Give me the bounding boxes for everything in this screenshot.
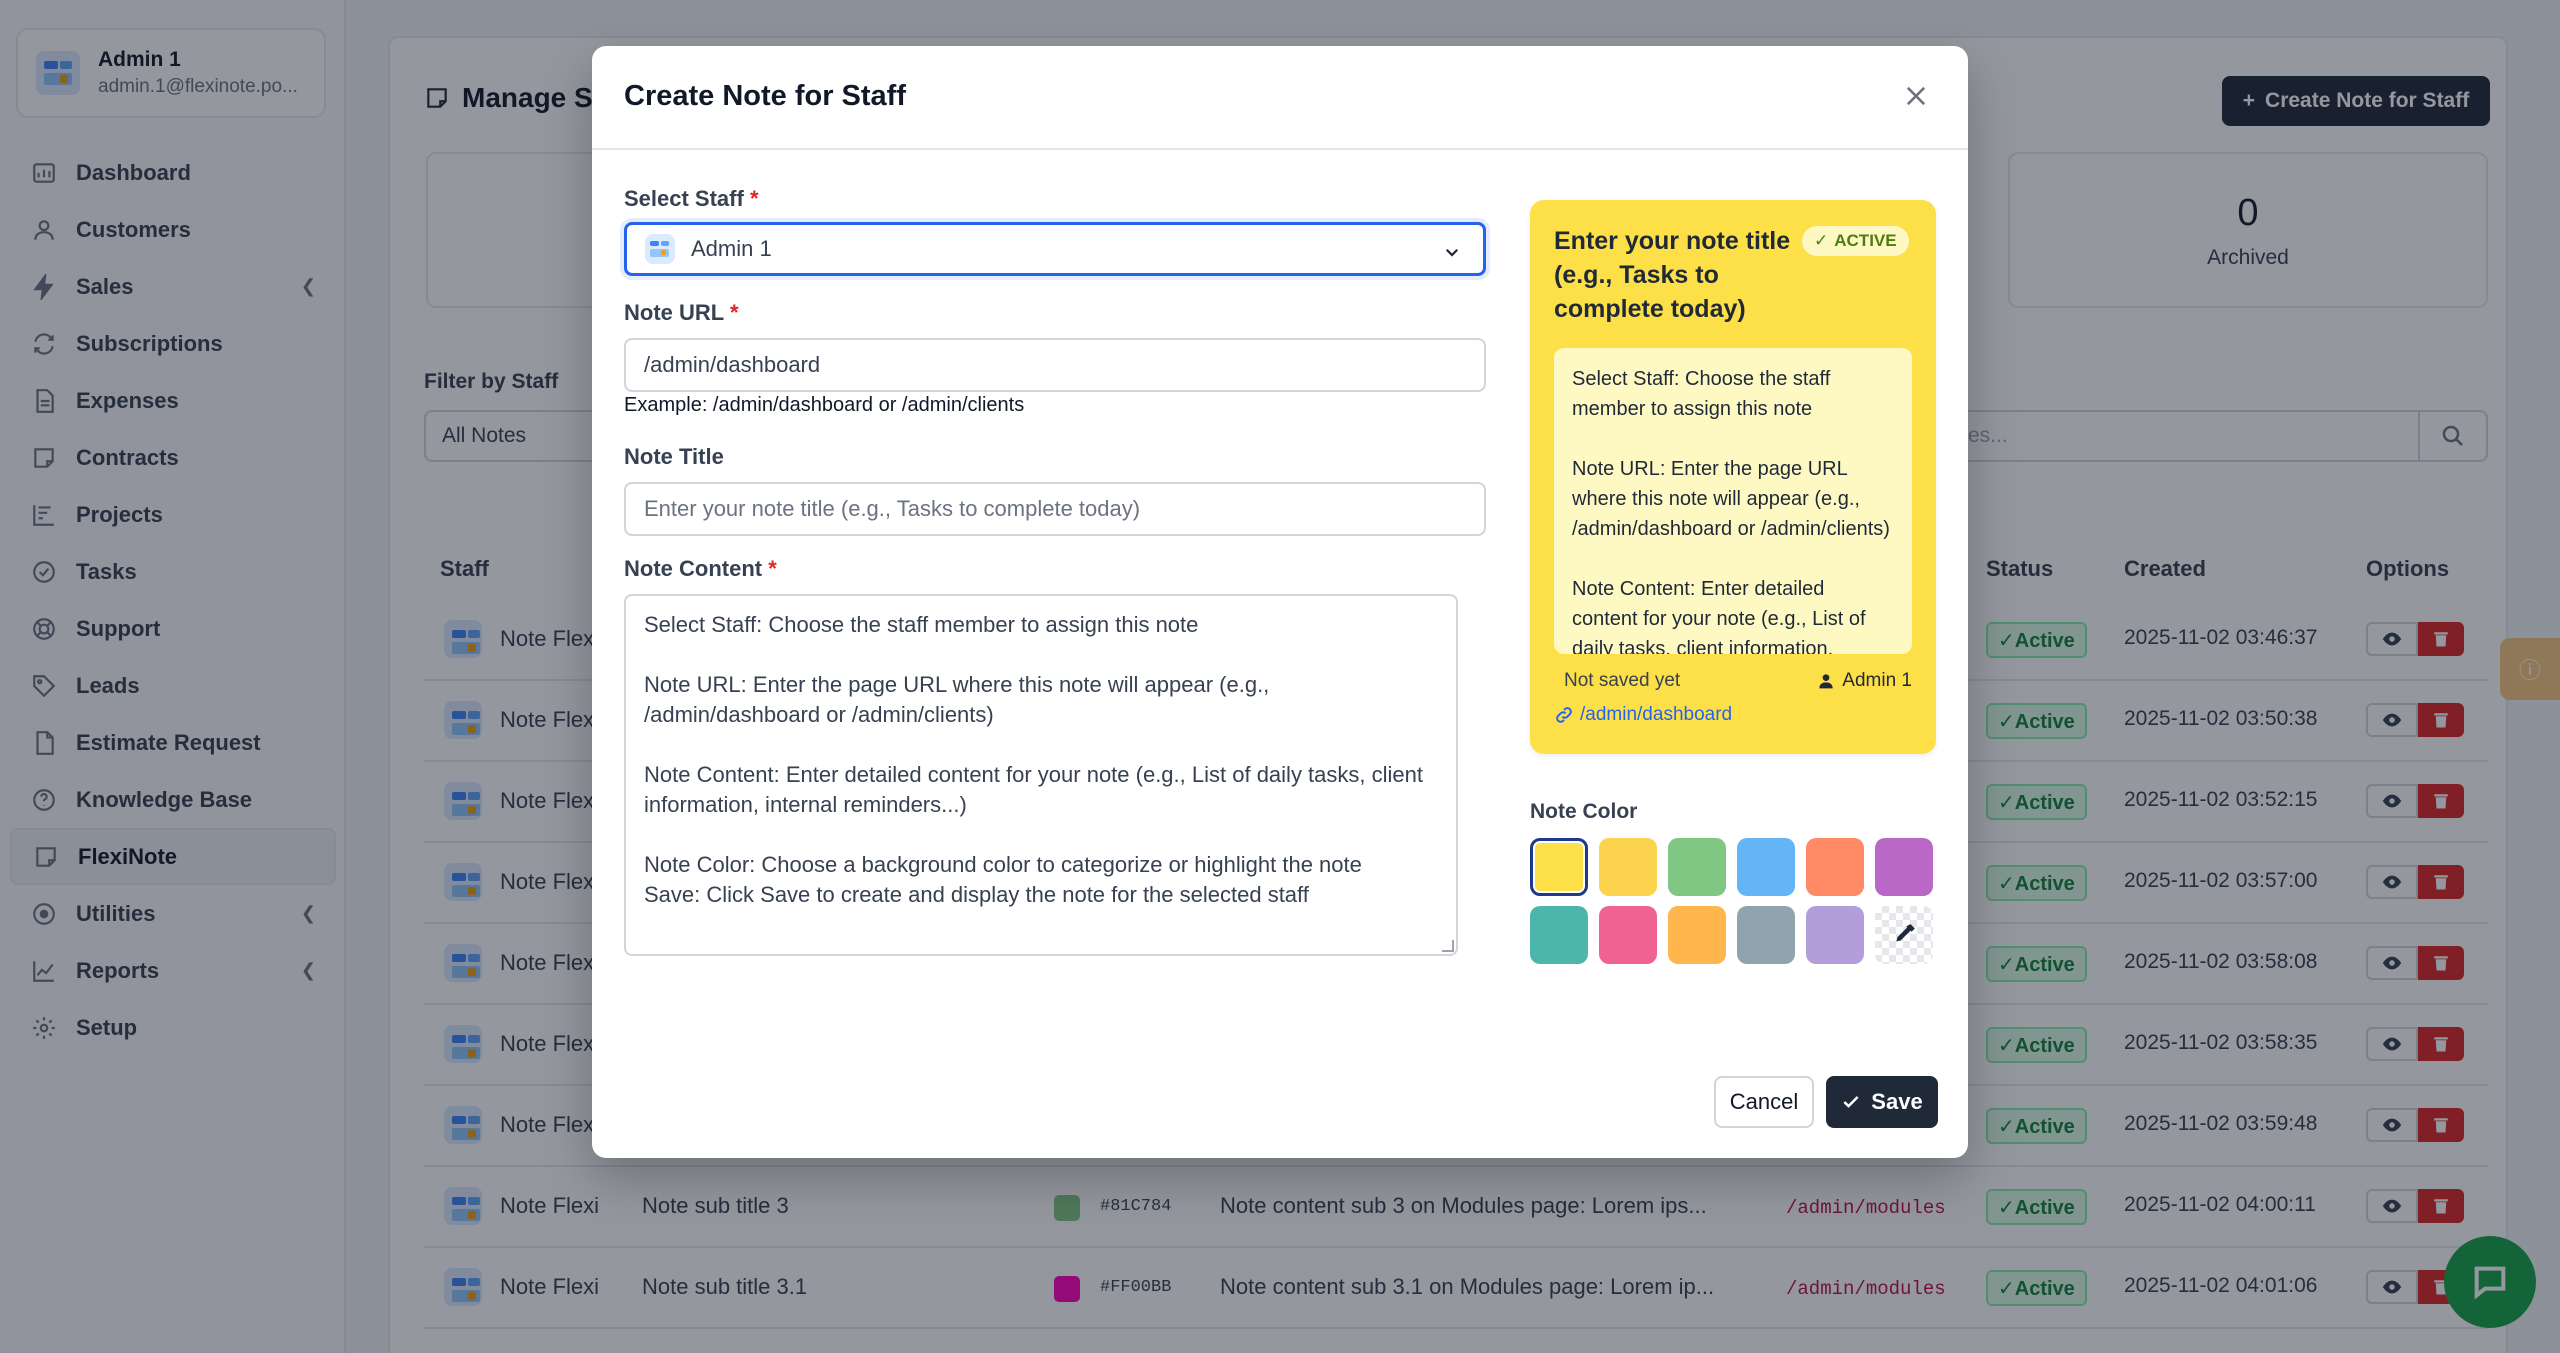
create-note-modal: Create Note for Staff Select Staff * Adm… — [592, 46, 1968, 1158]
color-picker-icon[interactable] — [1875, 906, 1933, 964]
note-url-label: Note URL * — [624, 300, 739, 325]
chevron-down-icon — [1443, 241, 1461, 267]
check-icon: ✓ — [1814, 231, 1829, 250]
note-content-textarea[interactable]: Select Staff: Choose the staff member to… — [624, 594, 1458, 956]
user-icon — [1819, 674, 1833, 689]
color-swatch[interactable] — [1875, 838, 1933, 896]
modal-title: Create Note for Staff — [624, 80, 906, 112]
link-icon — [1556, 707, 1572, 723]
preview-url: /admin/dashboard — [1554, 704, 1732, 726]
staff-select[interactable]: Admin 1 — [624, 222, 1486, 276]
color-swatch[interactable] — [1806, 838, 1864, 896]
resize-handle[interactable] — [1442, 940, 1454, 952]
note-title-label: Note Title — [624, 444, 724, 469]
cancel-button[interactable]: Cancel — [1714, 1076, 1814, 1128]
color-swatch[interactable] — [1737, 906, 1795, 964]
check-icon — [1843, 1096, 1859, 1108]
note-content-label: Note Content * — [624, 556, 777, 581]
save-button[interactable]: Save — [1826, 1076, 1938, 1128]
staff-avatar — [645, 234, 675, 264]
color-swatch[interactable] — [1668, 906, 1726, 964]
color-swatch[interactable] — [1737, 838, 1795, 896]
status-badge: ✓ ACTIVE — [1802, 226, 1909, 256]
color-swatch[interactable] — [1599, 906, 1657, 964]
preview-title: Enter your note title (e.g., Tasks to co… — [1554, 227, 1791, 323]
close-icon[interactable] — [1896, 76, 1936, 116]
modal-header: Create Note for Staff — [592, 46, 1968, 150]
color-swatch[interactable] — [1530, 906, 1588, 964]
note-color-label: Note Color — [1530, 800, 1638, 823]
preview-user: Admin 1 — [1818, 670, 1912, 692]
color-swatch[interactable] — [1668, 838, 1726, 896]
note-url-help: Example: /admin/dashboard or /admin/clie… — [624, 394, 1025, 416]
color-swatch[interactable] — [1530, 838, 1588, 896]
note-url-input[interactable]: /admin/dashboard — [624, 338, 1486, 392]
select-staff-label: Select Staff * — [624, 186, 759, 211]
preview-saved-status: Not saved yet — [1564, 670, 1681, 691]
color-swatch[interactable] — [1599, 838, 1657, 896]
note-title-input[interactable]: Enter your note title (e.g., Tasks to co… — [624, 482, 1486, 536]
preview-content: Select Staff: Choose the staff member to… — [1554, 348, 1912, 654]
note-preview-card: Enter your note title (e.g., Tasks to co… — [1530, 200, 1936, 754]
color-swatch[interactable] — [1806, 906, 1864, 964]
